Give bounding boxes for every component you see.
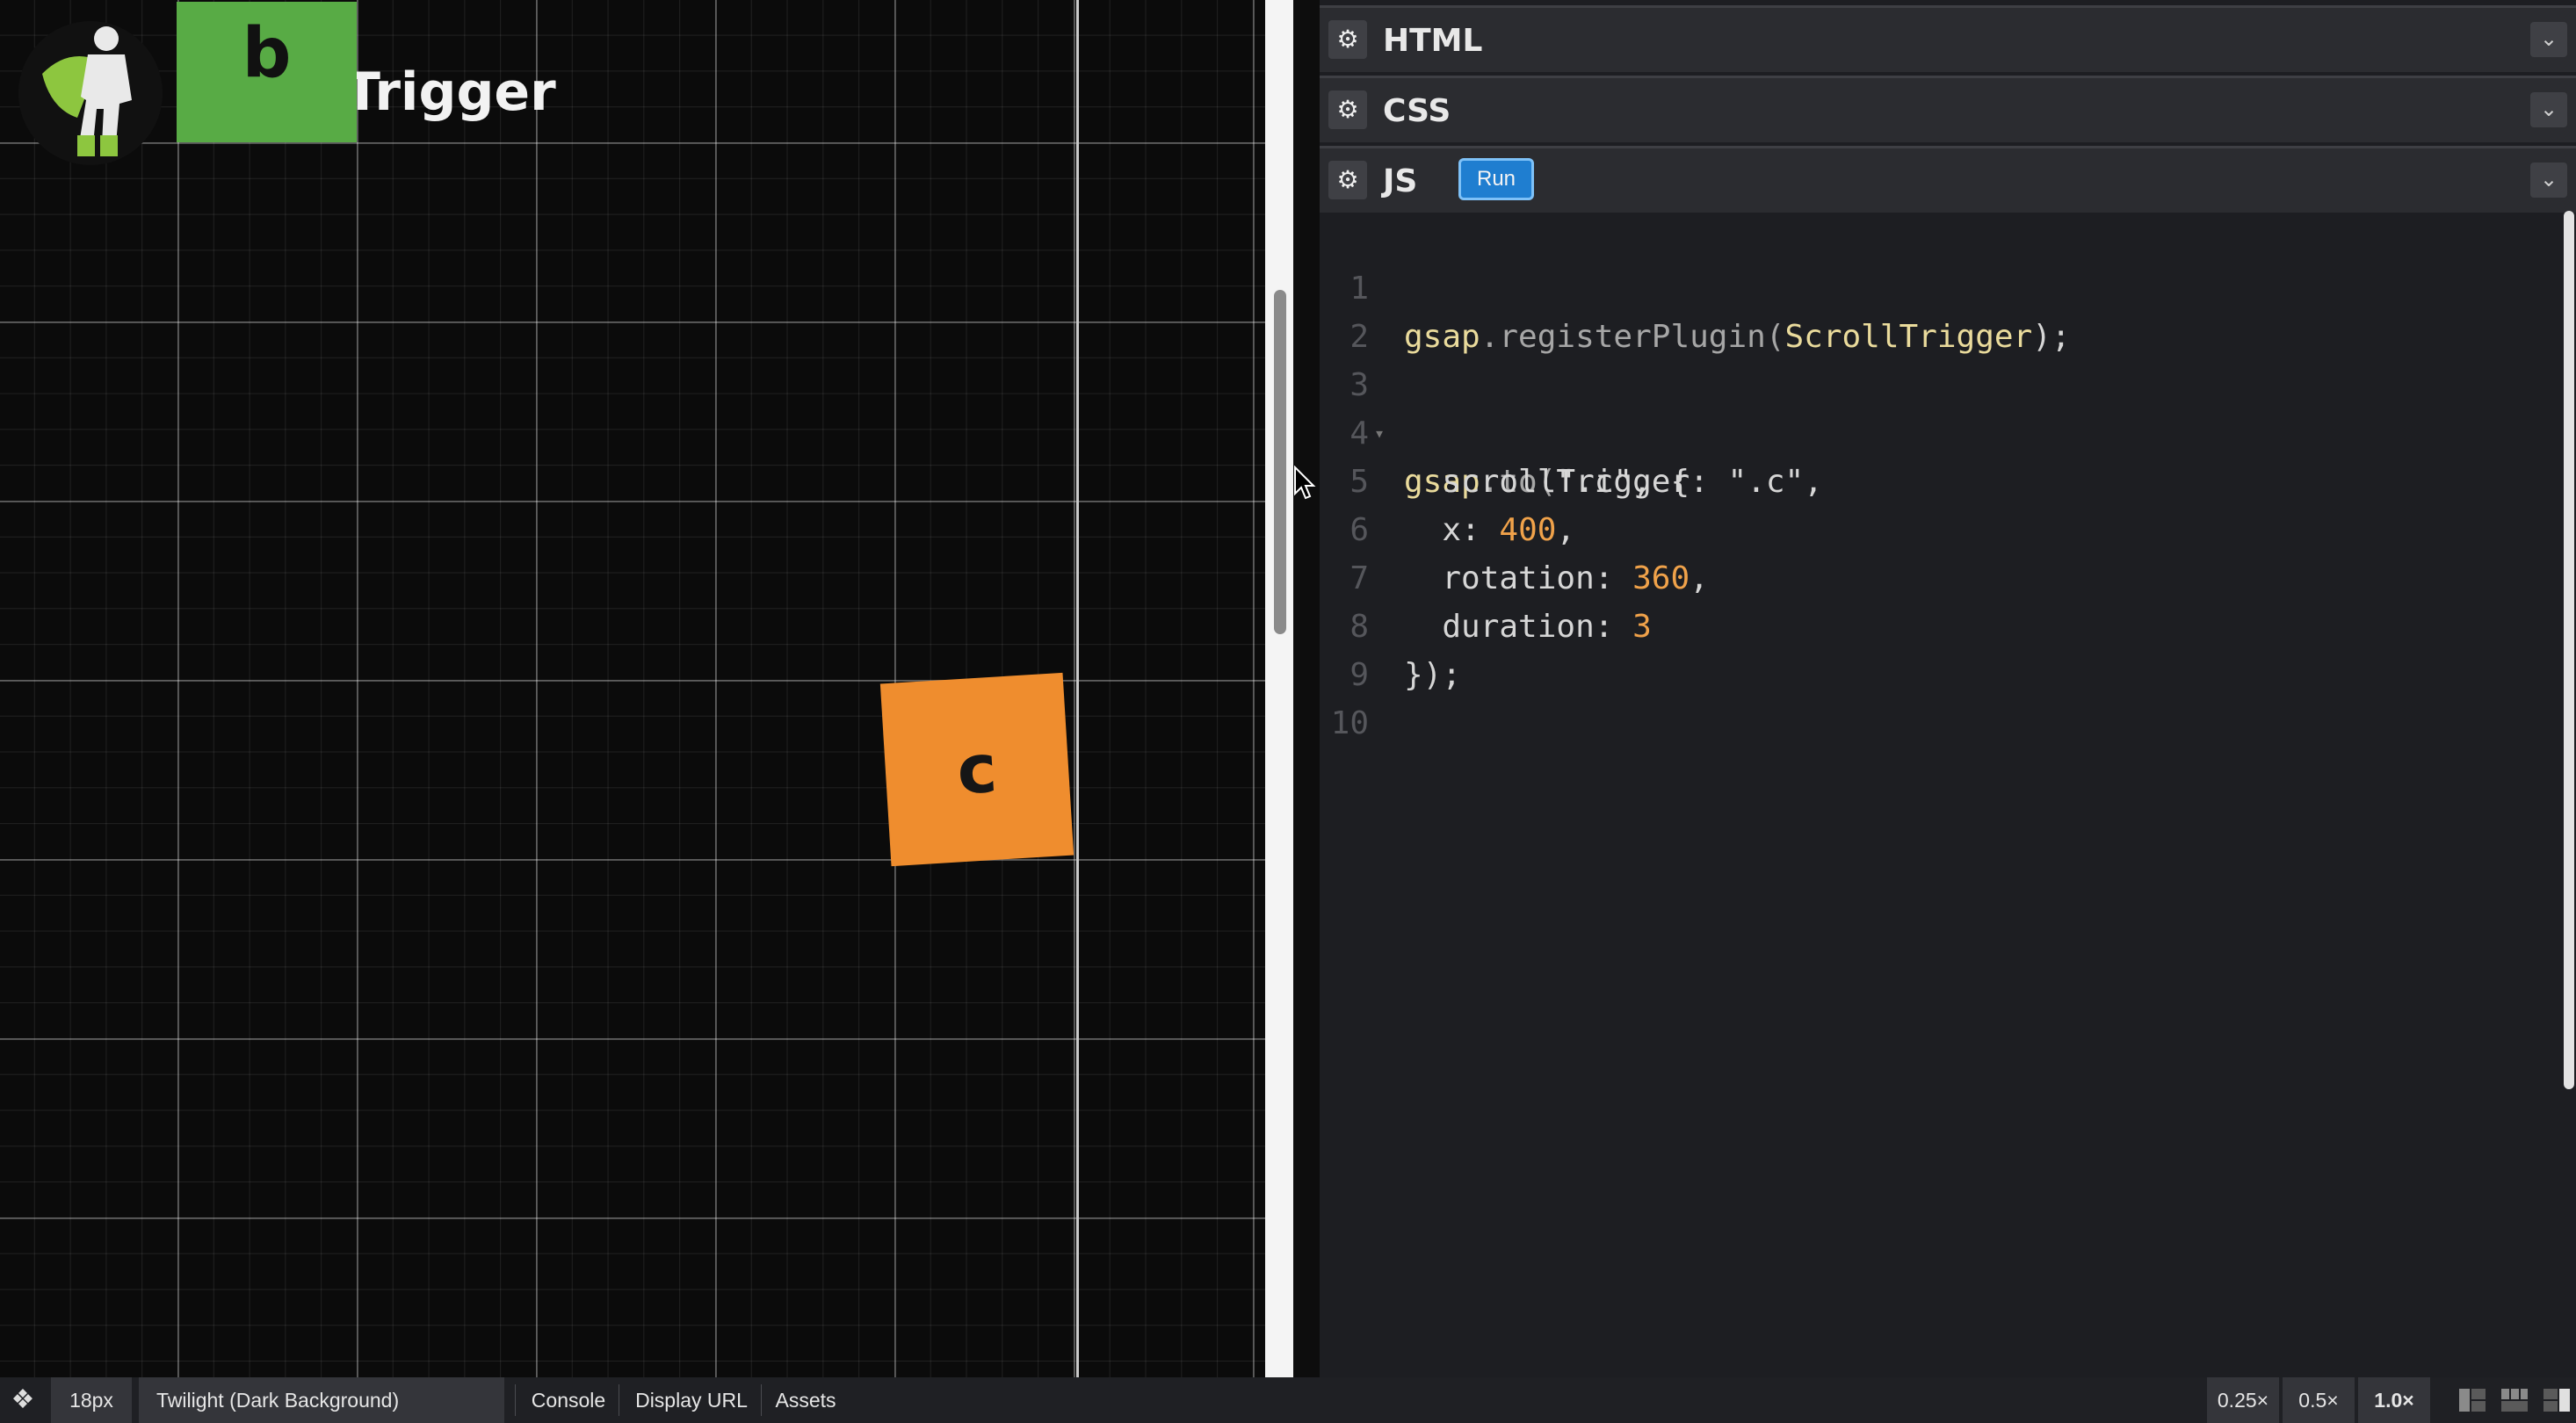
run-button[interactable]: Run xyxy=(1458,158,1534,200)
html-panel-header[interactable]: ⚙ HTML ⌄ xyxy=(1320,5,2576,72)
display-url-button[interactable]: Display URL xyxy=(626,1377,757,1423)
box-b: b xyxy=(177,2,357,142)
assets-button[interactable]: Assets xyxy=(766,1377,845,1423)
code-line: 4 scrollTrigger: ".c", xyxy=(1320,361,2550,500)
code-line: 7 duration: 3 xyxy=(1320,506,2550,645)
pane-resize-handle[interactable] xyxy=(1265,0,1293,1377)
greensock-hero-logo xyxy=(18,21,163,165)
zoom-10-button[interactable]: 1.0× xyxy=(2358,1377,2430,1423)
code-line: 6 rotation: 360, xyxy=(1320,458,2550,596)
chevron-down-icon[interactable]: ⌄ xyxy=(2530,92,2567,127)
theme-selector[interactable]: Twilight (Dark Background) xyxy=(139,1377,504,1423)
gear-icon[interactable]: ⚙ xyxy=(1328,20,1367,59)
chevron-down-icon[interactable]: ⌄ xyxy=(2530,22,2567,57)
gear-icon[interactable]: ⚙ xyxy=(1328,90,1367,129)
divider xyxy=(515,1384,516,1416)
js-code-editor[interactable]: 1 gsap.registerPlugin(ScrollTrigger); 2 … xyxy=(1320,211,2550,1370)
gear-icon[interactable]: ⚙ xyxy=(1328,161,1367,199)
panel-title: CSS xyxy=(1383,93,1451,129)
box-c: c xyxy=(879,672,1075,867)
font-size-button[interactable]: 18px xyxy=(51,1377,132,1423)
editor-pane: ⚙ HTML ⌄ ⚙ CSS ⌄ ⚙ JS ⌄ Run 1 gsap.regis… xyxy=(1320,0,2576,1377)
footer-bar: ❖ 18px Twilight (Dark Background) Consol… xyxy=(0,1377,2576,1423)
layout-right-icon[interactable] xyxy=(2543,1388,2571,1412)
editor-gutter xyxy=(1293,0,1320,1377)
layout-top-icon[interactable] xyxy=(2500,1388,2529,1412)
scroll-marker-line xyxy=(1076,0,1079,1377)
layout-left-icon[interactable] xyxy=(2458,1388,2486,1412)
preview-pane: Trigger b c xyxy=(0,0,1265,1377)
code-line: 1 gsap.registerPlugin(ScrollTrigger); xyxy=(1320,216,2550,355)
code-line: 9 xyxy=(1320,603,2550,693)
editor-scrollbar[interactable] xyxy=(2564,211,2574,1089)
divider xyxy=(761,1384,762,1416)
page-heading: Trigger xyxy=(344,61,556,123)
code-line: 8 }); xyxy=(1320,554,2550,693)
zoom-025-button[interactable]: 0.25× xyxy=(2207,1377,2279,1423)
console-button[interactable]: Console xyxy=(524,1377,613,1423)
code-line: 2 xyxy=(1320,264,2550,355)
code-line: 10 xyxy=(1320,651,2550,741)
css-panel-header[interactable]: ⚙ CSS ⌄ xyxy=(1320,76,2576,142)
line-number: 10 xyxy=(1330,705,1369,741)
panel-title: JS xyxy=(1383,163,1418,199)
code-line: 5 x: 400, xyxy=(1320,409,2550,548)
code-line: 3 ▾ gsap.to(".c", { xyxy=(1320,313,2550,500)
codepen-icon[interactable]: ❖ xyxy=(5,1377,40,1423)
chevron-down-icon[interactable]: ⌄ xyxy=(2530,163,2567,198)
panel-title: HTML xyxy=(1383,23,1483,59)
zoom-05-button[interactable]: 0.5× xyxy=(2283,1377,2355,1423)
preview-scrollbar[interactable] xyxy=(1274,290,1286,634)
mouse-cursor-icon xyxy=(1294,466,1316,500)
